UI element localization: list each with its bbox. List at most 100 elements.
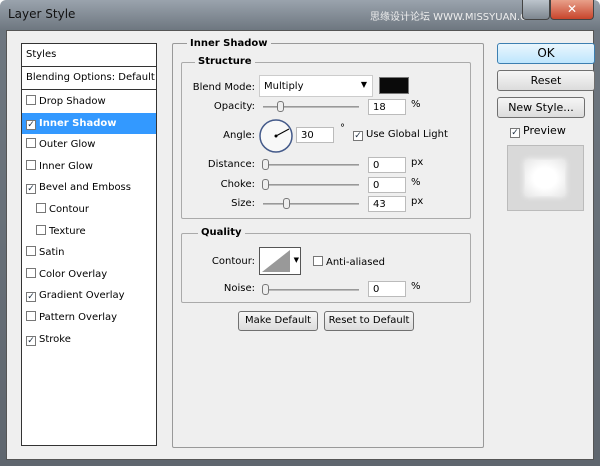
checkbox-icon[interactable]: ✓ bbox=[26, 184, 36, 195]
style-item-label: Bevel and Emboss bbox=[39, 182, 131, 194]
distance-label: Distance: bbox=[207, 159, 255, 170]
structure-title: Structure bbox=[195, 56, 255, 67]
blend-mode-value: Multiply bbox=[264, 81, 304, 92]
anti-aliased-checkbox[interactable]: Anti-aliased bbox=[313, 256, 385, 268]
style-item-label: Satin bbox=[39, 247, 65, 259]
checkbox-icon[interactable]: ✓ bbox=[26, 335, 36, 346]
use-global-light-checkbox[interactable]: ✓ Use Global Light bbox=[353, 129, 448, 141]
checkbox-icon[interactable] bbox=[26, 95, 36, 105]
slider-thumb[interactable] bbox=[262, 179, 269, 190]
dropdown-arrow-icon: ▼ bbox=[293, 256, 299, 264]
style-item-bevel-and-emboss[interactable]: ✓ Bevel and Emboss bbox=[22, 177, 156, 198]
distance-slider[interactable] bbox=[262, 159, 359, 170]
distance-unit: px bbox=[411, 157, 424, 168]
checkbox-icon[interactable] bbox=[26, 159, 36, 170]
checkbox-icon[interactable] bbox=[26, 311, 36, 321]
reset-to-default-button[interactable]: Reset to Default bbox=[324, 311, 414, 331]
slider-thumb[interactable] bbox=[262, 159, 269, 170]
style-item-pattern-overlay[interactable]: Pattern Overlay bbox=[22, 307, 156, 328]
angle-label: Angle: bbox=[223, 130, 255, 141]
window-title: Layer Style bbox=[8, 7, 76, 21]
style-item-label: Outer Glow bbox=[39, 139, 96, 151]
styles-header[interactable]: Styles bbox=[22, 44, 156, 67]
layer-style-window: Layer Style 思缘设计论坛 WWW.MISSYUAN.COM ✕ St… bbox=[0, 0, 600, 466]
style-item-stroke[interactable]: ✓ Stroke bbox=[22, 329, 156, 350]
angle-unit: ° bbox=[340, 123, 345, 134]
slider-thumb[interactable] bbox=[277, 101, 284, 112]
contour-preview-icon bbox=[262, 250, 290, 272]
dialog-body: Styles Blending Options: Default Drop Sh… bbox=[6, 30, 595, 460]
style-item-color-overlay[interactable]: Color Overlay bbox=[22, 264, 156, 285]
noise-label: Noise: bbox=[223, 283, 255, 294]
style-item-label: Drop Shadow bbox=[39, 96, 106, 107]
style-item-gradient-overlay[interactable]: ✓ Gradient Overlay bbox=[22, 285, 156, 306]
blending-options[interactable]: Blending Options: Default bbox=[22, 67, 156, 90]
checkbox-icon[interactable]: ✓ bbox=[26, 292, 36, 303]
ok-button[interactable]: OK bbox=[497, 43, 595, 64]
global-light-label: Use Global Light bbox=[366, 129, 448, 140]
make-default-button[interactable]: Make Default bbox=[238, 311, 318, 331]
noise-unit: % bbox=[411, 281, 421, 292]
style-item-inner-shadow[interactable]: ✓ Inner Shadow bbox=[22, 112, 156, 134]
style-item-label: Pattern Overlay bbox=[39, 312, 118, 323]
watermark: 思缘设计论坛 WWW.MISSYUAN.COM bbox=[370, 12, 544, 23]
checkbox-icon[interactable] bbox=[36, 203, 46, 213]
style-item-inner-glow[interactable]: Inner Glow bbox=[22, 156, 156, 177]
opacity-input[interactable]: 18 bbox=[368, 99, 406, 115]
checkbox-icon[interactable]: ✓ bbox=[26, 119, 36, 130]
checkbox-icon: ✓ bbox=[353, 131, 363, 141]
choke-slider[interactable] bbox=[262, 179, 359, 190]
style-item-label: Stroke bbox=[39, 333, 71, 345]
style-item-label: Inner Glow bbox=[39, 160, 93, 172]
close-button[interactable]: ✕ bbox=[550, 0, 594, 20]
style-item-label: Color Overlay bbox=[39, 268, 108, 280]
size-label: Size: bbox=[231, 198, 255, 209]
style-item-texture[interactable]: Texture bbox=[22, 221, 156, 242]
style-item-label: Inner Shadow bbox=[39, 117, 117, 129]
contour-label: Contour: bbox=[211, 256, 255, 267]
opacity-unit: % bbox=[411, 99, 421, 110]
style-item-label: Texture bbox=[49, 225, 86, 237]
slider-thumb[interactable] bbox=[283, 198, 290, 209]
style-item-label: Gradient Overlay bbox=[39, 290, 125, 302]
opacity-slider[interactable] bbox=[263, 101, 359, 112]
blend-mode-label: Blend Mode: bbox=[192, 82, 255, 93]
checkbox-icon[interactable] bbox=[26, 246, 36, 257]
size-input[interactable]: 43 bbox=[368, 196, 406, 212]
choke-input[interactable]: 0 bbox=[368, 177, 406, 193]
new-style-button[interactable]: New Style... bbox=[497, 97, 585, 118]
noise-slider[interactable] bbox=[262, 284, 359, 295]
restore-button[interactable] bbox=[522, 0, 550, 20]
preview-checkbox[interactable]: ✓ Preview bbox=[510, 124, 566, 138]
opacity-label: Opacity: bbox=[213, 101, 255, 112]
style-item-drop-shadow[interactable]: Drop Shadow bbox=[22, 91, 156, 112]
checkbox-icon bbox=[313, 256, 323, 266]
style-item-label: Contour bbox=[49, 204, 89, 215]
style-item-contour[interactable]: Contour bbox=[22, 199, 156, 220]
shadow-color-swatch[interactable] bbox=[379, 77, 409, 94]
checkbox-icon[interactable] bbox=[26, 138, 36, 149]
dropdown-arrow-icon: ▼ bbox=[360, 80, 367, 89]
inner-shadow-title: Inner Shadow bbox=[187, 38, 271, 49]
contour-picker[interactable]: ▼ bbox=[259, 247, 301, 275]
angle-input[interactable]: 30 bbox=[296, 127, 334, 143]
checkbox-icon: ✓ bbox=[510, 128, 520, 138]
angle-dial[interactable] bbox=[258, 118, 294, 154]
style-item-satin[interactable]: Satin bbox=[22, 242, 156, 263]
choke-label: Choke: bbox=[220, 179, 255, 190]
reset-button[interactable]: Reset bbox=[497, 70, 595, 91]
size-unit: px bbox=[411, 196, 424, 207]
distance-input[interactable]: 0 bbox=[368, 157, 406, 173]
checkbox-icon[interactable] bbox=[26, 267, 36, 278]
style-preview-thumbnail bbox=[507, 145, 584, 211]
anti-aliased-label: Anti-aliased bbox=[326, 257, 386, 268]
preview-label: Preview bbox=[523, 124, 566, 137]
style-item-outer-glow[interactable]: Outer Glow bbox=[22, 134, 156, 155]
slider-thumb[interactable] bbox=[262, 284, 269, 295]
noise-input[interactable]: 0 bbox=[368, 281, 406, 297]
blend-mode-select[interactable]: Multiply ▼ bbox=[259, 75, 373, 97]
quality-title: Quality bbox=[198, 227, 245, 238]
styles-list: Styles Blending Options: Default Drop Sh… bbox=[21, 43, 157, 446]
size-slider[interactable] bbox=[263, 198, 359, 209]
checkbox-icon[interactable] bbox=[36, 224, 46, 235]
